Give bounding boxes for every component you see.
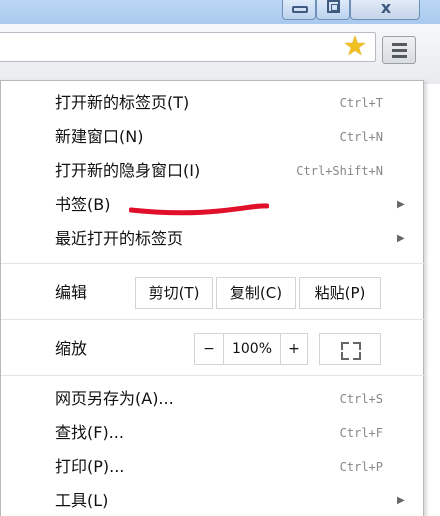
menu-item-shortcut: Ctrl+Shift+N: [296, 164, 383, 178]
zoom-out-button[interactable]: −: [194, 333, 224, 365]
menu-item-label: 最近打开的标签页: [55, 229, 184, 248]
menu-item-label: 新建窗口(N): [55, 127, 144, 146]
submenu-arrow-icon: ▶: [397, 233, 405, 244]
minimize-button[interactable]: [282, 0, 316, 20]
menu-item-label: 查找(F)...: [55, 423, 124, 442]
menu-item-new-window[interactable]: 新建窗口(N) Ctrl+N: [1, 121, 425, 153]
menu-separator: [1, 319, 425, 320]
browser-window: x ★ 打开新的标签页(T) Ctrl+T 新建窗口(N) Ctrl+N 打开新…: [0, 0, 440, 516]
menu-item-label: 网页另存为(A)...: [55, 389, 174, 408]
menu-item-tools[interactable]: 工具(L) ▶: [1, 485, 425, 516]
menu-item-print[interactable]: 打印(P)... Ctrl+P: [1, 451, 425, 483]
submenu-arrow-icon: ▶: [397, 199, 405, 210]
maximize-button[interactable]: [316, 0, 350, 20]
menu-item-find[interactable]: 查找(F)... Ctrl+F: [1, 417, 425, 449]
menu-separator: [1, 263, 425, 264]
title-bar: x: [0, 0, 440, 24]
menu-item-recent-tabs[interactable]: 最近打开的标签页 ▶: [1, 223, 425, 255]
menu-row-zoom: 缩放 − 100% +: [1, 333, 425, 365]
submenu-arrow-icon: ▶: [397, 495, 405, 506]
chrome-menu-button[interactable]: [382, 36, 416, 64]
menu-icon-bar-middle: [392, 49, 407, 52]
chrome-menu: 打开新的标签页(T) Ctrl+T 新建窗口(N) Ctrl+N 打开新的隐身窗…: [0, 80, 425, 516]
menu-item-label: 打开新的标签页(T): [55, 93, 190, 112]
menu-icon-bar-bottom: [392, 55, 407, 58]
menu-item-new-tab[interactable]: 打开新的标签页(T) Ctrl+T: [1, 87, 425, 119]
menu-item-label: 书签(B): [55, 195, 111, 214]
menu-item-new-incognito-window[interactable]: 打开新的隐身窗口(I) Ctrl+Shift+N: [1, 155, 425, 187]
menu-item-label: 打印(P)...: [55, 457, 125, 476]
cut-button[interactable]: 剪切(T): [135, 277, 213, 309]
menu-item-label: 打开新的隐身窗口(I): [55, 161, 201, 180]
browser-toolbar: ★: [0, 24, 440, 84]
fullscreen-icon: [341, 342, 349, 350]
edit-label: 编辑: [55, 283, 88, 302]
bookmark-star-icon[interactable]: ★: [340, 32, 370, 62]
menu-separator: [1, 375, 425, 376]
address-bar[interactable]: [0, 32, 376, 62]
close-icon: x: [380, 0, 392, 17]
menu-item-shortcut: Ctrl+N: [339, 130, 383, 144]
menu-item-save-page-as[interactable]: 网页另存为(A)... Ctrl+S: [1, 383, 425, 415]
menu-icon-bar-top: [392, 43, 407, 46]
copy-button[interactable]: 复制(C): [216, 277, 296, 309]
red-scribble-annotation: [129, 203, 269, 216]
zoom-level: 100%: [223, 333, 281, 365]
menu-row-edit: 编辑 剪切(T) 复制(C) 粘贴(P): [1, 277, 425, 309]
minimize-icon: [292, 6, 308, 13]
menu-item-shortcut: Ctrl+F: [339, 426, 383, 440]
close-button[interactable]: x: [350, 0, 420, 20]
menu-item-shortcut: Ctrl+S: [339, 392, 383, 406]
zoom-label: 缩放: [55, 339, 88, 358]
restore-icon: [327, 0, 340, 13]
paste-button[interactable]: 粘贴(P): [299, 277, 381, 309]
zoom-in-button[interactable]: +: [280, 333, 308, 365]
menu-item-shortcut: Ctrl+T: [339, 96, 383, 110]
fullscreen-button[interactable]: [319, 333, 381, 365]
menu-item-shortcut: Ctrl+P: [339, 460, 383, 474]
menu-item-label: 工具(L): [55, 491, 109, 510]
